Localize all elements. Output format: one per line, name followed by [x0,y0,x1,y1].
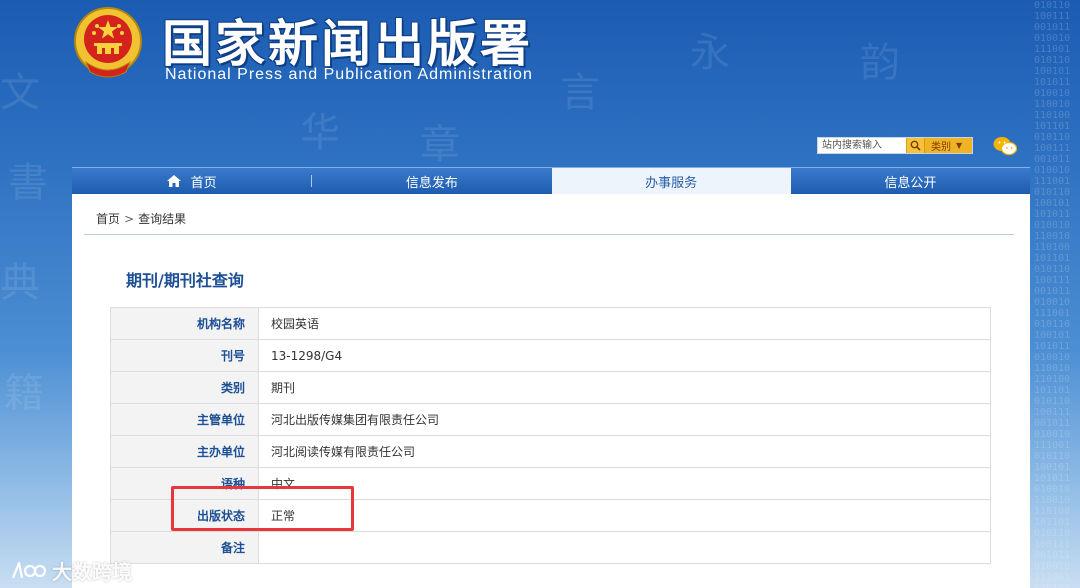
site-search: 类别 ▼ [817,137,973,154]
nav-item-label: 首页 [190,175,217,191]
nav-item-home[interactable]: 首页 [72,168,311,194]
field-value: 正常 [258,499,991,532]
nav-item-services[interactable]: 办事服务 [551,168,791,194]
background-calligraphy: 文 [0,70,40,116]
table-row: 机构名称 校园英语 [110,307,991,340]
category-label: 类别 [931,142,951,153]
background-calligraphy: 韵 [860,40,900,86]
field-value: 期刊 [258,371,991,404]
field-label: 刊号 [110,339,259,372]
nav-item-label: 办事服务 [645,175,698,191]
chevron-down-icon: ▼ [956,141,963,150]
field-label: 机构名称 [110,307,259,340]
main-navigation: 首页 信息发布 办事服务 信息公开 [72,167,1030,194]
field-label: 主办单位 [110,435,259,468]
status-highlight-box [171,486,354,531]
site-title-english: National Press and Publication Administr… [165,66,533,83]
field-label: 备注 [110,531,259,564]
nav-item-label: 信息发布 [405,175,458,191]
wechat-icon[interactable] [993,136,1017,156]
nav-item-disclosure[interactable]: 信息公开 [791,168,1030,194]
table-row: 刊号 13-1298/G4 [110,339,991,372]
home-icon [166,175,181,187]
table-row: 主管单位 河北出版传媒集团有限责任公司 [110,403,991,436]
field-value: 13-1298/G4 [258,339,991,372]
nav-item-label: 信息公开 [884,175,937,191]
table-row: 主办单位 河北阅读传媒有限责任公司 [110,435,991,468]
breadcrumb-separator: > [124,212,135,226]
background-calligraphy: 章 [420,122,460,168]
field-value: 河北出版传媒集团有限责任公司 [258,403,991,436]
national-emblem-logo [74,7,142,78]
background-calligraphy: 書 [8,160,48,206]
page-title: 期刊/期刊社查询 [126,271,244,290]
background-binary-pattern: 0101101001110010110100101110010101101001… [1034,0,1071,588]
field-value: 中文 [258,467,991,500]
background-calligraphy: 华 [300,110,340,156]
watermark-logo-icon [11,561,46,578]
search-input[interactable] [818,138,906,153]
divider [84,234,1014,235]
field-label: 主管单位 [110,403,259,436]
search-icon [910,140,921,151]
background-calligraphy: 籍 [4,370,44,416]
field-value: 校园英语 [258,307,991,340]
table-row: 类别 期刊 [110,371,991,404]
category-dropdown[interactable]: 类别 ▼ [924,138,972,153]
search-button[interactable] [906,138,924,153]
nav-item-news[interactable]: 信息发布 [312,168,551,194]
watermark: 大数跨境 [10,556,132,585]
breadcrumb-home-link[interactable]: 首页 [96,212,120,226]
breadcrumb-current: 查询结果 [138,212,187,226]
field-value [258,531,991,564]
background-calligraphy: 永 [690,30,730,76]
background-calligraphy: 言 [560,70,600,116]
watermark-text: 大数跨境 [52,560,132,584]
breadcrumb: 首页 > 查询结果 [96,210,186,227]
background-calligraphy: 典 [0,260,40,306]
table-row: 备注 [110,531,991,564]
field-value: 河北阅读传媒有限责任公司 [258,435,991,468]
field-label: 类别 [110,371,259,404]
